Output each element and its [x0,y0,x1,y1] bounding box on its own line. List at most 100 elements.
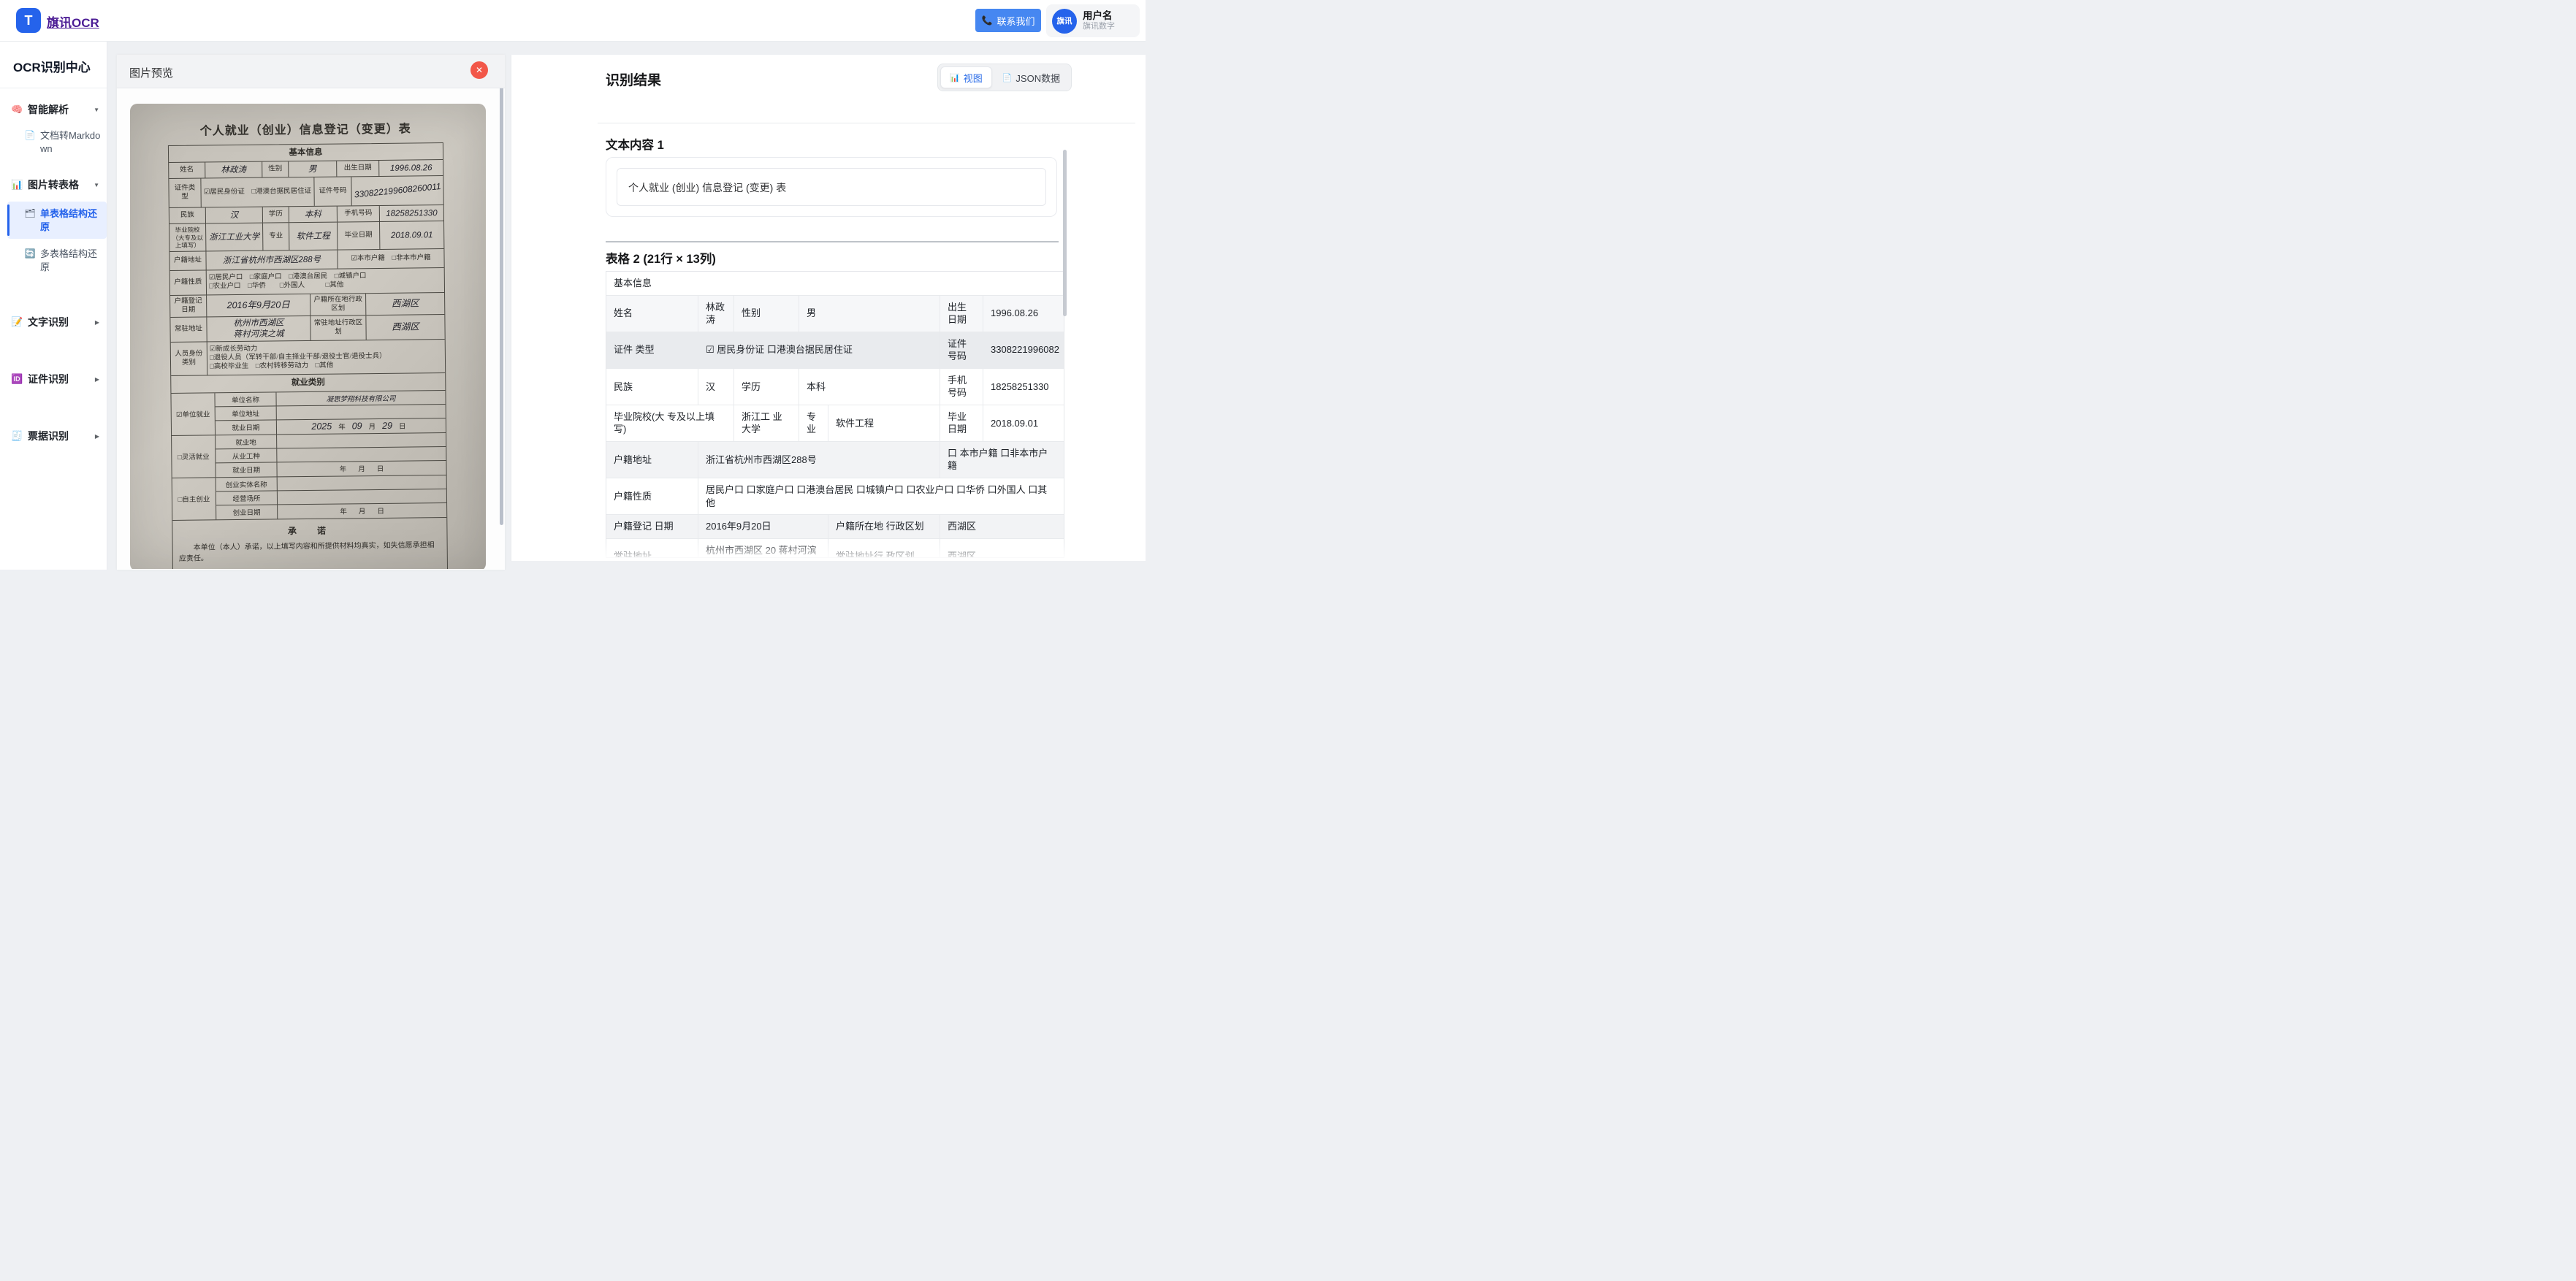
table-cell: 毕业院校(大 专及以上填 写) [606,405,734,441]
image-preview-panel: 图片预览 ✕ 个人就业（创业）信息登记（变更）表 基本信息 姓名 林政涛 性别 … [117,55,505,570]
photo-cell: 民族 [169,208,206,224]
sidebar-item-id-ocr[interactable]: 🆔 证件识别 ▶ [0,365,107,393]
table-cell: 民族 [606,369,698,405]
sidebar-item-image-to-table[interactable]: 📊 图片转表格 ▼ [0,171,107,199]
photo-cell: 户籍地址 [169,252,206,271]
table-cell: 性别 [734,296,799,332]
table-cell: 软件工程 [828,405,940,441]
tab-view[interactable]: 📊 视图 [940,66,992,88]
photo-cell: 09 [352,421,362,431]
table-row: 户籍性质居民户口 口家庭户口 口港澳台居民 口城镇户口 口农业户口 口华侨 口外… [606,478,1064,515]
table-cell: 出生日期 [940,296,983,332]
photo-cell: □退役人员（军转干部/自主择业干部/退役士官/退役士兵） [210,353,386,363]
table-row: 民族汉学历本科手机号码18258251330 [606,369,1064,405]
sidebar-item-receipt-ocr[interactable]: 🧾 票据识别 ▶ [0,422,107,450]
table-cell: 3308221996082 [983,332,1064,368]
photo-cell: 就业地 [216,435,277,448]
card-index-icon: 🗂 [24,207,36,219]
table-cell: ☑ 居民身份证 口港澳台据民居住证 [698,332,940,368]
photo-cell: 姓名 [169,163,205,179]
image-preview-body: 个人就业（创业）信息登记（变更）表 基本信息 姓名 林政涛 性别 男 出生日期 … [117,88,505,569]
photo-cell: ☑居民身份证 □港澳台据民居住证 [201,177,315,207]
uploaded-form-photo: 个人就业（创业）信息登记（变更）表 基本信息 姓名 林政涛 性别 男 出生日期 … [130,104,486,569]
brand-link[interactable]: 旗讯OCR [47,12,99,31]
table-cell: 手机号码 [940,369,983,405]
sidebar-item-label: 多表格结构还原 [40,248,101,273]
photo-cell: 专业 [263,223,289,251]
table-cell: 居民户口 口家庭户口 口港澳台居民 口城镇户口 口农业户口 口华侨 口外国人 口… [698,478,1064,514]
photo-cell: □农业户口 □华侨 □外国人 □其他 [209,281,367,291]
photo-cell: 户籍性质 [170,271,207,296]
photo-cell: 蒋村河滨之城 [234,329,284,340]
table-cell: 西湖区 [940,515,1064,538]
table-row: 毕业院校(大 专及以上填 写)浙江工 业大学专业软件工程毕业日期2018.09.… [606,405,1064,442]
photo-cell: 毕业日期 [338,222,380,250]
user-menu[interactable]: 旗讯 用户名 旗讯数字 [1046,4,1140,37]
table-cell: 常驻地址 [606,539,698,558]
photo-cell: 单位地址 [216,406,277,420]
brand-logo[interactable]: T [16,8,41,33]
photo-cell: □自主创业 [172,478,217,520]
close-preview-button[interactable]: ✕ [470,61,488,79]
photo-cell: 证件类型 [169,179,201,207]
preview-scrollbar[interactable] [500,88,503,525]
photo-cell: 从业工种 [216,448,277,462]
sidebar-item-multi-table-restore[interactable]: 🔄 多表格结构还原 [0,242,107,279]
chevron-down-icon: ▼ [94,182,99,188]
table-row: 户籍登记 日期2016年9月20日户籍所在地 行政区划西湖区 [606,515,1064,539]
table-cell: 毕业日期 [940,405,983,441]
app: T 旗讯OCR 📞 联系我们 旗讯 用户名 旗讯数字 OCR识别中心 🧠 智能解… [0,0,1146,570]
photo-cell: 创业日期 [216,505,278,519]
text-content-card: 个人就业 (创业) 信息登记 (变更) 表 [606,157,1057,217]
photo-cell: 日 [377,463,384,473]
photo-cell: 浙江省杭州市西湖区288号 [206,251,338,270]
sidebar-item-smart-parse[interactable]: 🧠 智能解析 ▼ [0,96,107,123]
text-content-heading: 文本内容 1 [606,135,664,153]
table-cell: 户籍所在地 行政区划 [828,515,940,538]
photo-cell: 本科 [289,207,338,223]
table-cell: 杭州市西湖区 20 蒋村河滨之城 [698,539,828,558]
image-preview-title: 图片预览 [129,65,173,80]
photo-cell: 创业实体名称 [216,477,278,491]
results-scrollbar[interactable] [1063,150,1067,316]
top-header: T 旗讯OCR 📞 联系我们 旗讯 用户名 旗讯数字 [0,0,1146,42]
photo-cell: 单位名称 [215,392,276,406]
table-cell: 18258251330 [983,369,1064,405]
photo-cell: 2025 [311,421,332,432]
bar-chart-icon: 📊 [950,73,960,83]
sidebar: OCR识别中心 🧠 智能解析 ▼ 📄 文档转Markdown 📊 图片转表格 ▼… [0,42,107,570]
photo-cell: 林政涛 [205,162,262,178]
sidebar-item-doc-to-markdown[interactable]: 📄 文档转Markdown [0,123,107,161]
sidebar-item-text-ocr[interactable]: 📝 文字识别 ▶ [0,308,107,336]
bar-chart-icon: 📊 [11,179,23,191]
sidebar-item-single-table-restore[interactable]: 🗂 单表格结构还原 [7,202,107,239]
photo-cell: 1996.08.26 [379,160,443,176]
contact-us-button[interactable]: 📞 联系我们 [975,9,1041,32]
photo-cell: 户籍所在地行政区划 [310,294,366,316]
table-cell: 基本信息 [606,272,1064,295]
table-cell: 口 本市户籍 口非本市户籍 [940,442,1064,478]
tab-json[interactable]: 📄 JSON数据 [994,66,1069,88]
table-cell: 证件号码 [940,332,983,368]
table-row: 常驻地址杭州市西湖区 20 蒋村河滨之城常驻地址行 政区划西湖区 [606,539,1064,558]
photo-cell: 18258251330 [380,205,443,221]
sidebar-item-label: 文档转Markdown [40,129,101,155]
photo-cell: 常驻地址行政区划 [310,316,366,341]
table-cell: 学历 [734,369,799,405]
id-icon: 🆔 [11,373,23,385]
sidebar-item-label: 证件识别 [28,372,90,386]
photo-form-title: 个人就业（创业）信息登记（变更）表 [160,118,451,139]
tab-json-label: JSON数据 [1015,71,1060,85]
table-cell: 浙江工 业大学 [734,405,799,441]
memo-icon: 📝 [11,316,23,328]
photo-cell: ☑单位就业 [171,393,216,435]
photo-cell: 性别 [262,162,289,177]
chevron-right-icon: ▶ [95,376,99,383]
photo-cell: 西湖区 [366,315,444,340]
photo-cell: 月 [359,505,366,516]
photo-cell: 29 [382,421,392,431]
view-tab-group: 📊 视图 📄 JSON数据 [937,64,1072,91]
chevron-right-icon: ▶ [95,433,99,440]
photo-cell: □高校毕业生 □农村转移劳动力 □其他 [210,361,386,371]
chevron-down-icon: ▼ [94,107,99,113]
